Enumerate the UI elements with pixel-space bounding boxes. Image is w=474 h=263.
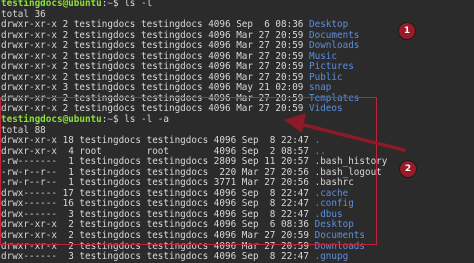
callout-badge-1: 1 [399, 23, 415, 39]
callout-badge-2: 2 [400, 161, 416, 177]
